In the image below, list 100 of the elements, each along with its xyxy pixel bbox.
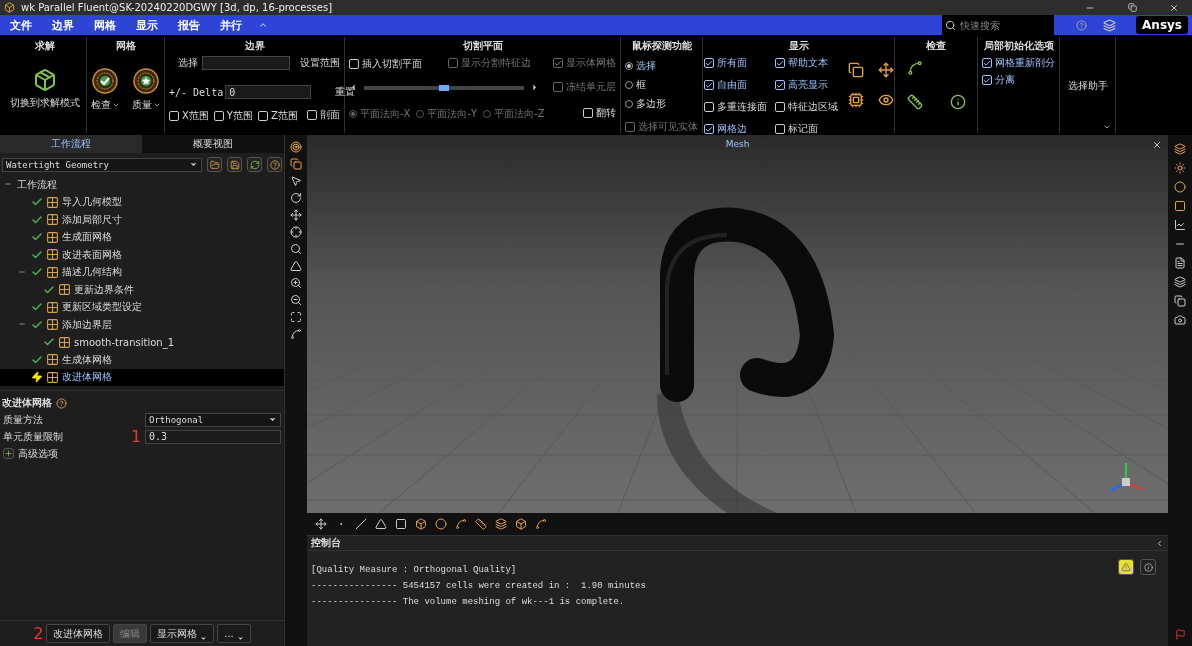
help-icon[interactable] <box>267 157 282 172</box>
sun-icon[interactable] <box>1174 162 1186 174</box>
copy-icon[interactable] <box>847 62 864 78</box>
solve-mode-button[interactable]: 切换到求解模式 <box>8 66 82 112</box>
menu-item[interactable]: 显示 <box>126 17 168 33</box>
spline-icon[interactable] <box>535 518 547 530</box>
checkbox[interactable] <box>774 58 785 68</box>
mesh-tool-button[interactable]: 检查 <box>88 66 122 114</box>
layers-icon[interactable] <box>495 518 507 530</box>
fit-icon[interactable] <box>290 311 302 323</box>
tree-row[interactable]: 导入几何模型 <box>0 193 284 211</box>
panel-tab[interactable]: 工作流程 <box>0 135 142 153</box>
warning-icon[interactable] <box>1118 559 1134 575</box>
tree-row[interactable]: 描述几何结构 <box>0 263 284 281</box>
expand-icon[interactable] <box>3 448 14 459</box>
line-icon[interactable] <box>355 518 367 530</box>
tree-row[interactable]: 生成面网格 <box>0 228 284 246</box>
eye-icon[interactable] <box>877 92 894 108</box>
menu-item[interactable]: 并行 <box>210 17 252 33</box>
panel-tab[interactable]: 概要视图 <box>142 135 284 153</box>
checkbox[interactable] <box>774 80 785 90</box>
cube-icon[interactable] <box>415 518 427 530</box>
menu-button[interactable]: 显示网格 <box>150 624 215 643</box>
square-icon[interactable] <box>395 518 407 530</box>
move-icon[interactable] <box>315 518 327 530</box>
circle-icon[interactable] <box>435 518 447 530</box>
checkbox[interactable] <box>982 75 992 85</box>
close-icon[interactable] <box>1152 140 1162 150</box>
info-icon[interactable] <box>950 94 966 110</box>
checkbox[interactable] <box>982 58 992 68</box>
refresh-icon[interactable] <box>247 157 263 172</box>
checkbox[interactable] <box>703 80 714 90</box>
zoom-in-icon[interactable] <box>290 277 302 289</box>
input-field[interactable]: 0 <box>225 85 312 99</box>
pointer-icon[interactable] <box>290 175 302 187</box>
workflow-dropdown[interactable]: Watertight Geometry <box>2 157 203 172</box>
slider-thumb[interactable] <box>439 84 449 91</box>
slider-track[interactable] <box>364 85 524 90</box>
reset-button[interactable]: 重置 <box>335 85 356 99</box>
collapse-icon[interactable] <box>258 20 268 30</box>
info-icon[interactable] <box>1140 559 1156 575</box>
copy-icon[interactable] <box>1174 295 1186 307</box>
menu-button[interactable]: ... <box>217 624 251 643</box>
target-icon[interactable] <box>290 141 302 153</box>
right-arrow-icon[interactable] <box>530 83 539 92</box>
rotate-icon[interactable] <box>290 192 302 204</box>
layers-icon[interactable] <box>1174 143 1186 155</box>
cube-icon[interactable] <box>515 518 527 530</box>
chart-icon[interactable] <box>1174 219 1186 231</box>
input-field[interactable] <box>202 56 290 70</box>
action-button[interactable]: 改进体网格 <box>46 624 111 643</box>
input-field[interactable]: 0.3 <box>145 429 281 444</box>
crosshair-icon[interactable] <box>290 226 302 238</box>
folder-icon[interactable] <box>207 157 223 172</box>
zoom-out-icon[interactable] <box>290 294 302 306</box>
copy-icon[interactable] <box>290 158 302 170</box>
menu-item[interactable]: 报告 <box>168 17 210 33</box>
grid-icon <box>46 265 59 279</box>
menu-item[interactable]: 文件 <box>0 17 42 33</box>
ruler-icon[interactable] <box>907 94 923 110</box>
triangle-icon[interactable] <box>290 260 302 272</box>
save-icon[interactable] <box>227 157 243 172</box>
move-icon[interactable] <box>290 209 302 221</box>
triangle-icon[interactable] <box>375 518 387 530</box>
tree-row[interactable]: 更新边界条件 <box>0 281 284 299</box>
menu-item[interactable]: 网格 <box>84 17 126 33</box>
tree-row[interactable]: 添加局部尺寸 <box>0 211 284 229</box>
checkbox[interactable] <box>703 58 714 68</box>
search-icon[interactable] <box>290 243 302 255</box>
help-icon[interactable] <box>56 397 67 409</box>
tree-row[interactable]: smooth-transition_1 <box>0 333 284 351</box>
flag-icon[interactable] <box>1174 629 1186 640</box>
tree-row[interactable]: 添加边界层 <box>0 316 284 334</box>
method-dropdown[interactable]: Orthogonal <box>145 412 281 427</box>
collapse-icon[interactable] <box>1155 538 1164 548</box>
menu-item[interactable]: 边界 <box>42 17 84 33</box>
layers-icon[interactable] <box>1174 276 1186 288</box>
tree-row[interactable]: 改进表面网格 <box>0 246 284 264</box>
circle-icon[interactable] <box>1174 181 1186 193</box>
spline-icon[interactable] <box>907 60 923 76</box>
move-icon[interactable] <box>877 62 894 78</box>
spline-icon[interactable] <box>455 518 467 530</box>
camera-icon[interactable] <box>1174 314 1186 326</box>
tree-row[interactable]: 生成体网格 <box>0 351 284 369</box>
square-icon[interactable] <box>1174 200 1186 212</box>
radio-button[interactable] <box>625 62 633 70</box>
caret-icon <box>111 101 120 109</box>
checkbox[interactable] <box>703 124 714 134</box>
caret-icon[interactable] <box>1103 123 1111 131</box>
tree-row[interactable]: 工作流程 <box>0 176 284 194</box>
tree-row[interactable]: 更新区域类型设定 <box>0 298 284 316</box>
advanced-options-label[interactable]: 高级选项 <box>18 446 58 461</box>
mesh-tool-button[interactable]: 质量 <box>129 66 163 114</box>
set-range-button[interactable]: 设置范围 <box>300 56 340 70</box>
search-field[interactable]: 快速搜索 <box>958 15 1055 35</box>
selection-helper-button[interactable]: 选择助手 <box>1067 79 1108 93</box>
document-icon[interactable] <box>1174 257 1186 269</box>
chip-icon[interactable] <box>847 92 864 108</box>
ruler-icon[interactable] <box>475 518 487 530</box>
tree-row[interactable]: 改进体网格 <box>0 368 284 386</box>
